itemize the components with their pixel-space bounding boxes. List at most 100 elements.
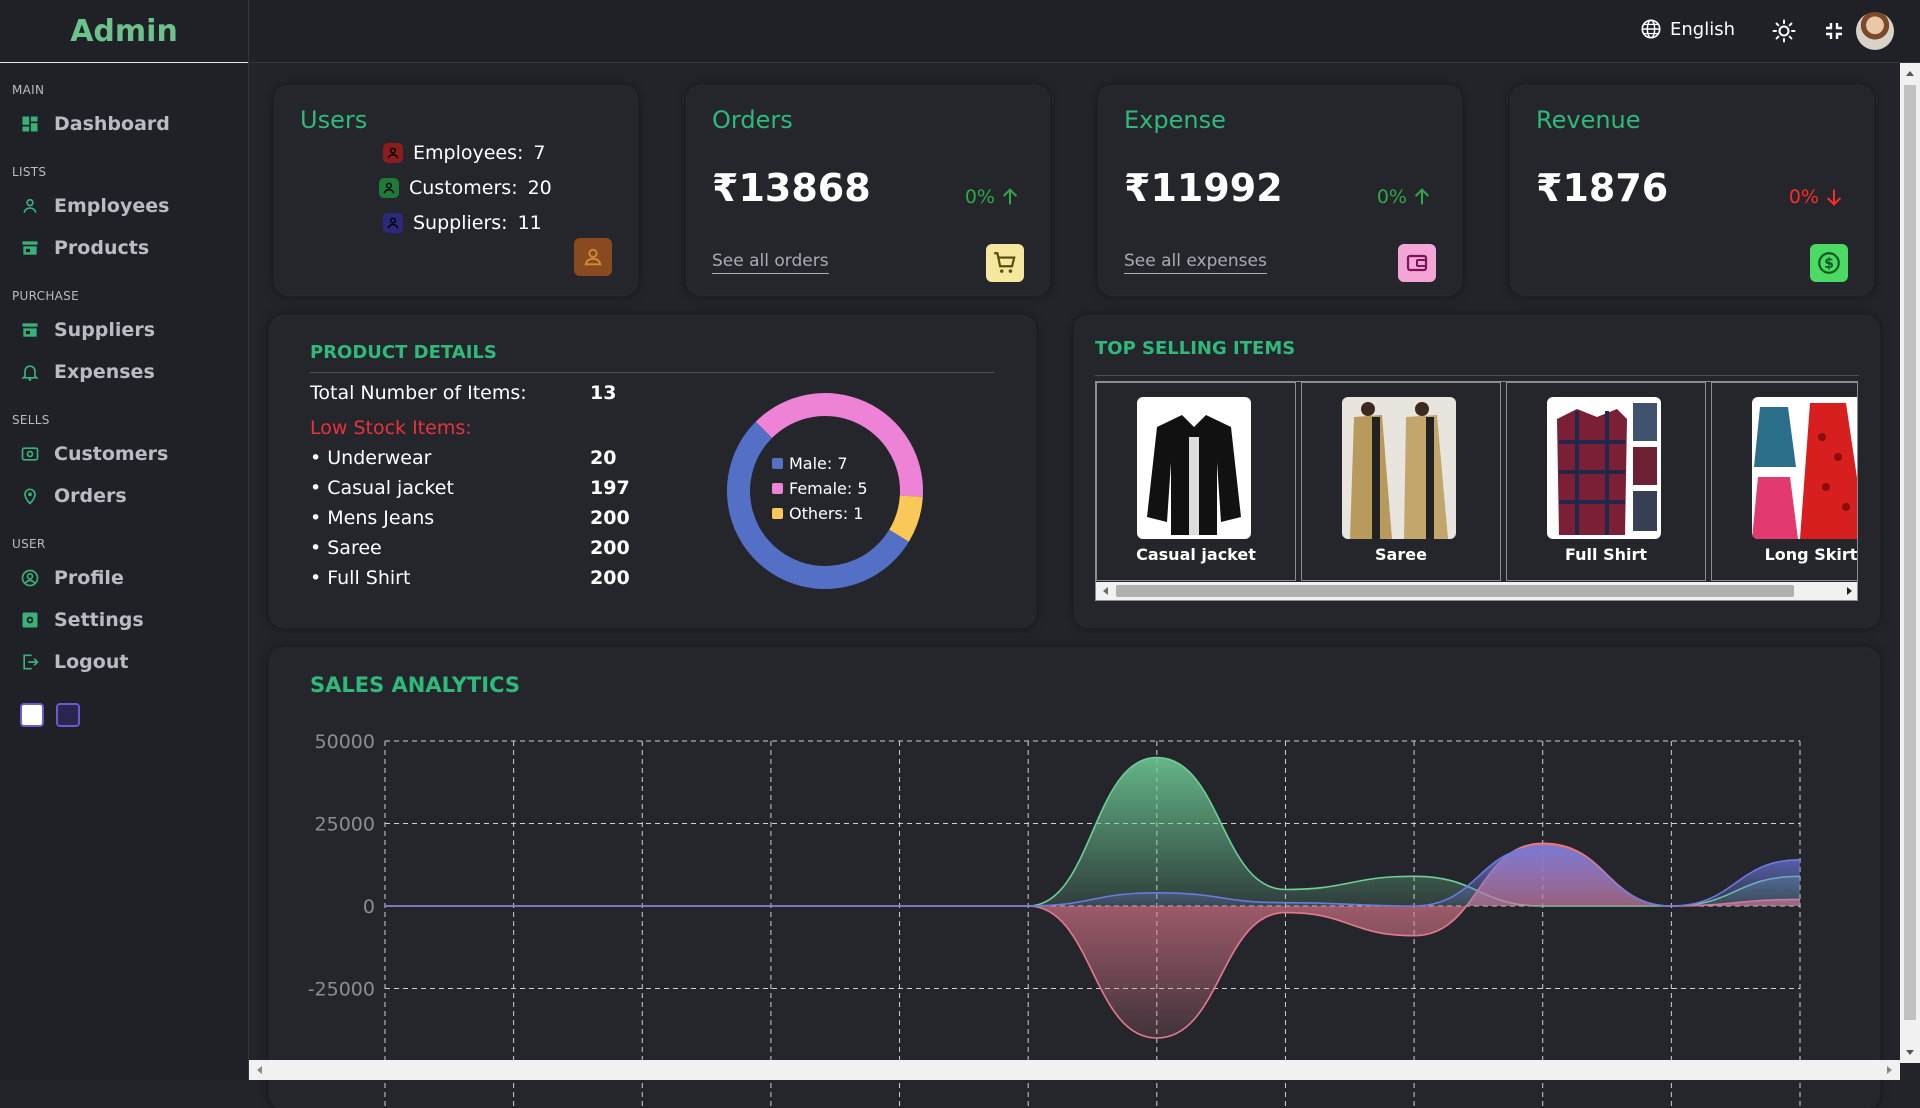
nav-section-title: SELLS [12, 413, 248, 427]
svg-text:$: $ [1824, 256, 1834, 272]
expense-card: Expense ₹11992 0% See all expenses [1099, 86, 1461, 295]
sidebar-item-customers[interactable]: Customers [0, 433, 248, 475]
light-theme-swatch[interactable] [20, 703, 44, 727]
sidebar-item-label: Dashboard [54, 113, 170, 135]
top-item-label: Casual jacket [1097, 545, 1295, 564]
person-icon [383, 213, 403, 233]
divider [1095, 375, 1859, 376]
dashboard-icon [20, 114, 40, 134]
low-stock-item: • Mens Jeans200 [310, 507, 630, 529]
theme-switcher [20, 703, 248, 727]
sidebar-item-label: Employees [54, 195, 169, 217]
sidebar-item-settings[interactable]: Settings [0, 599, 248, 641]
see-all-orders-link[interactable]: See all orders [712, 251, 829, 274]
avatar[interactable] [1856, 12, 1894, 50]
y-tick-label: 25000 [315, 814, 375, 836]
bell-icon [20, 362, 40, 382]
sun-icon[interactable] [1772, 19, 1796, 43]
arrow-up-icon [1411, 186, 1433, 208]
sidebar-item-expenses[interactable]: Expenses [0, 351, 248, 393]
expense-pct-label: 0% [1377, 186, 1407, 208]
scrollbar-thumb[interactable] [1116, 585, 1794, 597]
page-horizontal-scrollbar[interactable] [249, 1060, 1900, 1080]
y-tick-label: -25000 [308, 979, 375, 1001]
low-stock-item-qty: 200 [590, 567, 630, 589]
sidebar-item-profile[interactable]: Profile [0, 557, 248, 599]
person-icon [20, 196, 40, 216]
sidebar: Admin MAINDashboardLISTSEmployeesProduct… [0, 0, 249, 1080]
top-item-label: Saree [1302, 545, 1500, 564]
nav-section-title: USER [12, 537, 248, 551]
product-image [1752, 397, 1858, 539]
see-all-expenses-link[interactable]: See all expenses [1124, 251, 1267, 274]
sidebar-item-label: Settings [54, 609, 144, 631]
sidebar-item-products[interactable]: Products [0, 227, 248, 269]
low-stock-item-name: • Casual jacket [310, 477, 590, 499]
low-stock-item-qty: 20 [590, 447, 616, 469]
sidebar-item-orders[interactable]: Orders [0, 475, 248, 517]
sidebar-item-suppliers[interactable]: Suppliers [0, 309, 248, 351]
low-stock-item-name: • Underwear [310, 447, 590, 469]
nav-section-title: PURCHASE [12, 289, 248, 303]
scroll-right-icon[interactable] [1844, 586, 1854, 596]
scroll-down-icon[interactable] [1905, 1047, 1915, 1057]
dark-theme-swatch[interactable] [56, 703, 80, 727]
scroll-right-icon[interactable] [1884, 1065, 1894, 1075]
horizontal-scrollbar[interactable] [1096, 582, 1858, 600]
users-stat-value: 20 [528, 177, 552, 199]
revenue-card-title: Revenue [1536, 106, 1641, 134]
revenue-card: Revenue ₹1876 0% $ [1511, 86, 1873, 295]
sidebar-item-label: Expenses [54, 361, 155, 383]
sidebar-item-label: Customers [54, 443, 168, 465]
top-item-full-shirt[interactable]: Full Shirt [1506, 382, 1706, 581]
sidebar-nav: MAINDashboardLISTSEmployeesProductsPURCH… [0, 83, 248, 683]
orders-pct-label: 0% [965, 186, 995, 208]
scrollbar-thumb[interactable] [1904, 85, 1916, 1020]
product-image [1137, 397, 1251, 539]
product-image [1547, 397, 1661, 539]
top-item-saree[interactable]: Saree [1301, 382, 1501, 581]
account-circle-icon [20, 568, 40, 588]
users-stat-value: 11 [518, 212, 542, 234]
scroll-up-icon[interactable] [1905, 69, 1915, 79]
low-stock-item-qty: 200 [590, 507, 630, 529]
top-selling-scroller[interactable]: Casual jacket Saree Full Shirt Long Skir… [1095, 381, 1858, 601]
topbar: English [249, 0, 1920, 63]
language-selector[interactable]: English [1640, 18, 1735, 40]
orders-card: Orders ₹13868 0% See all orders [687, 86, 1049, 295]
users-stat-value: 7 [533, 142, 545, 164]
product-details-card: PRODUCT DETAILS Total Number of Items: 1… [270, 316, 1035, 627]
location-icon [20, 486, 40, 506]
cart-icon [992, 250, 1018, 276]
sidebar-item-label: Profile [54, 567, 124, 589]
sales-analytics-chart: 50000250000-25000 [270, 648, 1879, 1108]
scroll-left-icon[interactable] [1101, 586, 1111, 596]
language-label: English [1670, 19, 1735, 40]
top-item-casual-jacket[interactable]: Casual jacket [1096, 382, 1296, 581]
gender-donut-chart: Male: 7Female: 5Others: 1 [720, 386, 930, 596]
low-stock-item: • Full Shirt200 [310, 567, 630, 589]
globe-icon [1640, 18, 1662, 40]
product-details-title: PRODUCT DETAILS [310, 342, 497, 363]
low-stock-item-qty: 197 [590, 477, 630, 499]
users-card-icon [574, 238, 612, 276]
divider [310, 372, 995, 373]
person-icon [582, 246, 604, 268]
revenue-percentage: 0% [1789, 186, 1845, 208]
legend-label: Female: 5 [789, 479, 868, 498]
top-item-long-skirt[interactable]: Long Skirt [1711, 382, 1858, 581]
orders-card-icon [986, 244, 1024, 282]
legend-label: Male: 7 [789, 454, 848, 473]
low-stock-heading: Low Stock Items: [310, 417, 472, 439]
page-vertical-scrollbar[interactable] [1900, 63, 1920, 1063]
sidebar-item-employees[interactable]: Employees [0, 185, 248, 227]
orders-amount: ₹13868 [712, 166, 871, 210]
sidebar-item-label: Logout [54, 651, 128, 673]
fullscreen-exit-icon[interactable] [1822, 19, 1846, 43]
scroll-left-icon[interactable] [255, 1065, 265, 1075]
sidebar-item-logout[interactable]: Logout [0, 641, 248, 683]
sidebar-item-dashboard[interactable]: Dashboard [0, 103, 248, 145]
users-card: Users Employees:7Customers:20Suppliers:1… [275, 86, 637, 295]
legend-swatch [772, 458, 783, 469]
logout-icon [20, 652, 40, 672]
